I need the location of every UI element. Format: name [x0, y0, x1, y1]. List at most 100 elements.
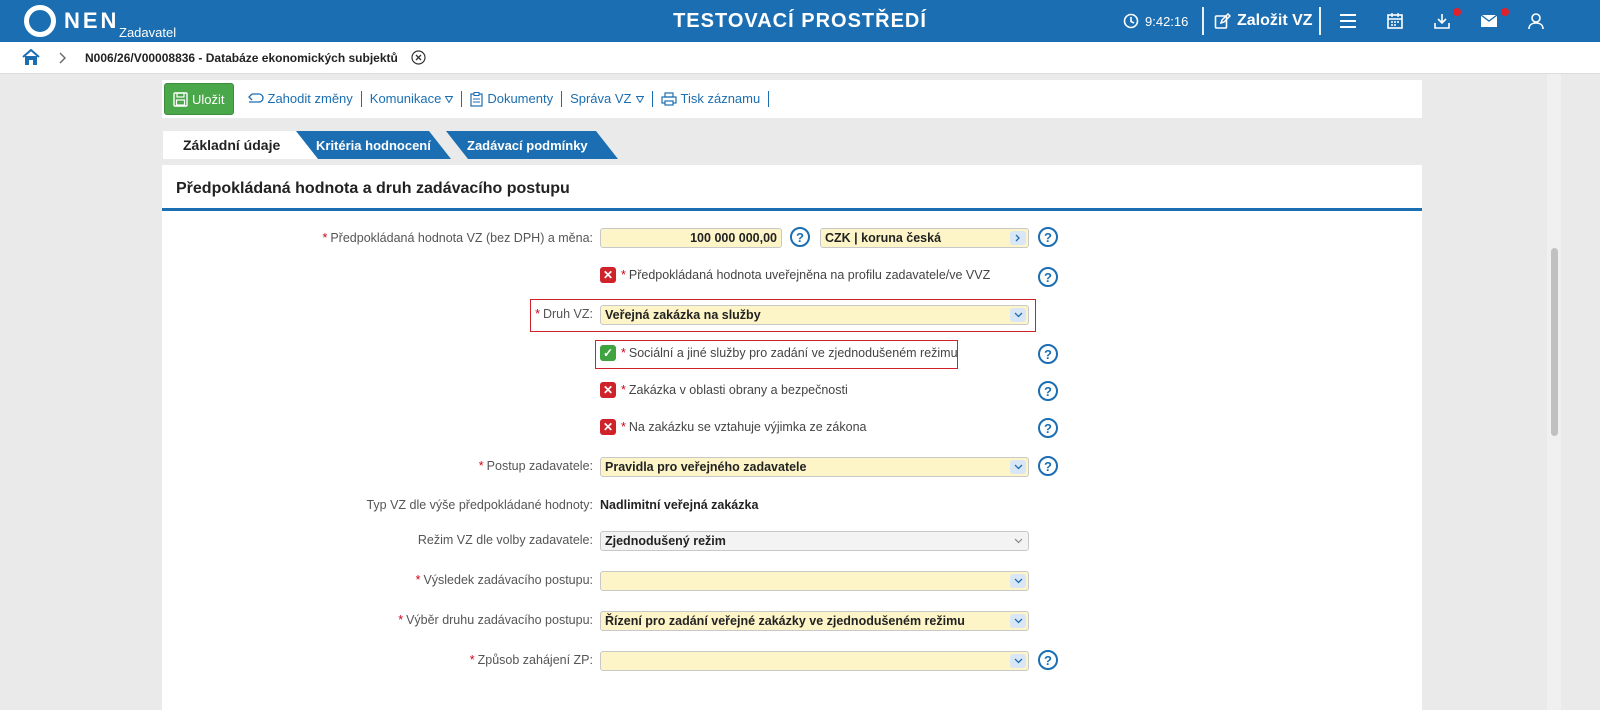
vyber-value: Řízení pro zadání veřejné zakázky ve zje…: [605, 614, 965, 628]
published-checkbox-row[interactable]: ✕ * Předpokládaná hodnota uveřejněna na p…: [600, 267, 990, 283]
divider: [1202, 7, 1204, 35]
tab-label: Zadávací podmínky: [467, 137, 588, 153]
tab-kriteria-hodnoceni[interactable]: Kritéria hodnocení: [316, 131, 431, 159]
mail-button[interactable]: [1480, 0, 1498, 42]
help-icon[interactable]: ?: [1038, 418, 1058, 438]
rezim-label: Režim VZ dle volby zadavatele:: [417, 533, 593, 547]
druh-vz-value: Veřejná zakázka na služby: [605, 308, 761, 322]
action-toolbar: Uložit Zahodit změny Komunikace Dokument…: [162, 80, 1422, 118]
value-label: * Předpokládaná hodnota VZ (bez DPH) a mě…: [322, 231, 593, 245]
download-icon: [1434, 14, 1450, 29]
tab-zadavaci-podminky[interactable]: Zadávací podmínky: [467, 131, 588, 159]
section-divider: [162, 208, 1422, 211]
rezim-select[interactable]: Zjednodušený režim: [600, 531, 1029, 551]
clock-icon: [1123, 13, 1139, 29]
breadcrumb: N006/26/V00008836 - Databáze ekonomickýc…: [0, 42, 1600, 74]
defense-label: Zakázka v oblasti obrany a bezpečnosti: [628, 383, 848, 397]
scrollbar-thumb[interactable]: [1551, 248, 1558, 436]
discard-changes-button[interactable]: Zahodit změny: [240, 91, 362, 107]
save-label: Uložit: [192, 91, 225, 107]
breadcrumb-current[interactable]: N006/26/V00008836 - Databáze ekonomickýc…: [85, 51, 398, 65]
menu-button[interactable]: [1339, 0, 1357, 42]
vyber-select[interactable]: Řízení pro zadání veřejné zakázky ve zje…: [600, 611, 1029, 631]
currency-select[interactable]: CZK | koruna česká: [820, 228, 1029, 248]
calendar-icon: [1387, 13, 1403, 29]
documents-label: Dokumenty: [487, 91, 554, 106]
help-icon[interactable]: ?: [790, 227, 810, 247]
chevron-down-icon[interactable]: [1010, 654, 1026, 668]
clipboard-icon: [470, 91, 483, 107]
social-checkbox-row[interactable]: ✓ * Sociální a jiné služby pro zadání ve …: [600, 345, 958, 361]
calendar-button[interactable]: [1386, 0, 1404, 42]
druh-label: * Druh VZ:: [535, 307, 593, 321]
user-button[interactable]: [1527, 0, 1545, 42]
close-icon[interactable]: [411, 50, 426, 65]
triangle-down-icon: [445, 95, 454, 103]
chevron-down-icon[interactable]: [1010, 534, 1026, 548]
home-icon[interactable]: [22, 49, 40, 66]
typ-value: Nadlimitní veřejná zakázka: [600, 498, 759, 512]
create-vz-label: Založit VZ: [1237, 12, 1313, 29]
mail-badge: [1501, 8, 1509, 16]
postup-select[interactable]: Pravidla pro veřejného zadavatele: [600, 457, 1029, 477]
communication-menu[interactable]: Komunikace: [362, 91, 463, 107]
chevron-down-icon[interactable]: [1010, 460, 1026, 474]
zpusob-label: * Způsob zahájení ZP:: [469, 653, 593, 667]
clock-text: 9:42:16: [1145, 13, 1189, 29]
divider: [1319, 7, 1321, 35]
published-label: Předpokládaná hodnota uveřejněna na prof…: [628, 268, 991, 282]
create-vz-button[interactable]: Založit VZ: [1214, 0, 1313, 42]
tab-label: Kritéria hodnocení: [316, 137, 431, 153]
save-icon: [173, 91, 188, 107]
download-button[interactable]: [1433, 0, 1451, 42]
menu-icon: [1340, 14, 1356, 28]
documents-button[interactable]: Dokumenty: [462, 91, 563, 107]
vysledek-select[interactable]: [600, 571, 1029, 591]
chevron-right-icon[interactable]: [1010, 231, 1026, 245]
help-icon[interactable]: ?: [1038, 456, 1058, 476]
session-clock: 9:42:16: [1123, 0, 1188, 42]
nen-logo-icon[interactable]: [24, 5, 56, 37]
cross-icon[interactable]: ✕: [600, 382, 616, 398]
help-icon[interactable]: ?: [1038, 650, 1058, 670]
help-icon[interactable]: ?: [1038, 344, 1058, 364]
help-icon[interactable]: ?: [1038, 381, 1058, 401]
zpusob-select[interactable]: [600, 651, 1029, 671]
social-label: Sociální a jiné služby pro zadání ve zje…: [628, 346, 958, 360]
communication-label: Komunikace: [369, 91, 442, 106]
exception-label: Na zakázku se vztahuje výjimka ze zákona: [628, 420, 867, 434]
print-label: Tisk záznamu: [680, 91, 761, 106]
printer-icon: [660, 92, 677, 106]
rezim-value: Zjednodušený režim: [605, 534, 726, 548]
estimated-value-input[interactable]: 100 000 000,00: [600, 228, 782, 248]
mail-icon: [1480, 14, 1498, 27]
cross-icon[interactable]: ✕: [600, 419, 616, 435]
print-button[interactable]: Tisk záznamu: [653, 91, 770, 107]
download-badge: [1453, 8, 1461, 16]
check-icon[interactable]: ✓: [600, 345, 616, 361]
management-menu[interactable]: Správa VZ: [562, 91, 653, 107]
tab-zakladni-udaje[interactable]: Základní údaje: [163, 131, 320, 159]
postup-value: Pravidla pro veřejného zadavatele: [605, 460, 807, 474]
chevron-right-icon: [59, 52, 66, 64]
cross-icon[interactable]: ✕: [600, 267, 616, 283]
section-title: Předpokládaná hodnota a druh zadávacího …: [176, 180, 570, 197]
druh-vz-select[interactable]: Veřejná zakázka na služby: [600, 305, 1029, 325]
estimated-value-text: 100 000 000,00: [690, 231, 777, 245]
save-button[interactable]: Uložit: [164, 83, 234, 115]
user-icon: [1528, 13, 1544, 30]
help-icon[interactable]: ?: [1038, 227, 1058, 247]
triangle-down-icon: [635, 95, 644, 103]
defense-checkbox-row[interactable]: ✕ * Zakázka v oblasti obrany a bezpečnost…: [600, 382, 848, 398]
environment-title: TESTOVACÍ PROSTŘEDÍ: [673, 10, 927, 32]
exception-checkbox-row[interactable]: ✕ * Na zakázku se vztahuje výjimka ze zák…: [600, 419, 867, 435]
chevron-down-icon[interactable]: [1010, 574, 1026, 588]
undo-icon: [247, 93, 264, 103]
vysledek-label: * Výsledek zadávacího postupu:: [415, 573, 593, 587]
help-icon[interactable]: ?: [1038, 267, 1058, 287]
chevron-down-icon[interactable]: [1010, 308, 1026, 322]
edit-icon: [1214, 12, 1231, 29]
typ-label: Typ VZ dle výše předpokládané hodnoty:: [366, 498, 593, 512]
chevron-down-icon[interactable]: [1010, 614, 1026, 628]
postup-label: * Postup zadavatele:: [478, 459, 593, 473]
